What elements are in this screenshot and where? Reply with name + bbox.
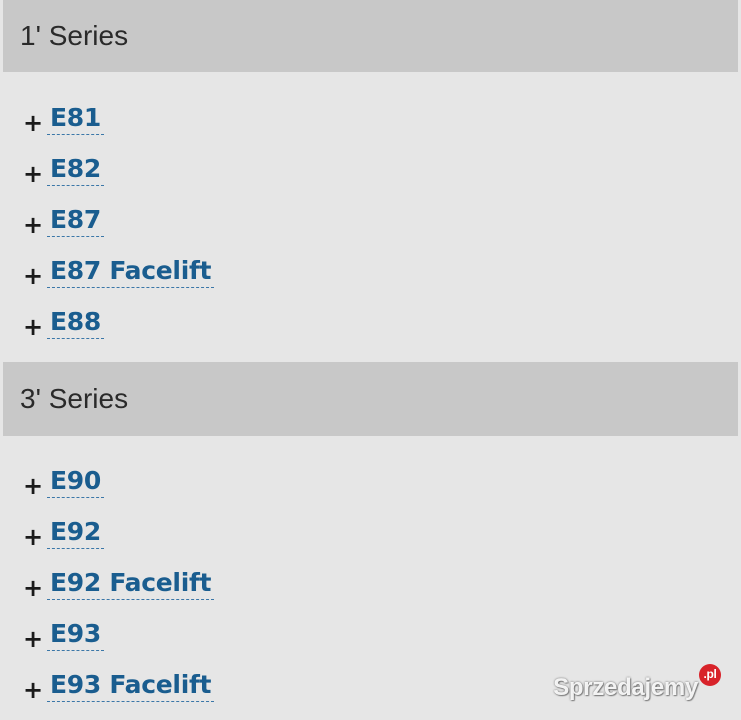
section-title: 1' Series (20, 20, 129, 51)
model-link-e82[interactable]: E82 (47, 154, 104, 186)
model-link-e81[interactable]: E81 (47, 103, 104, 135)
expand-plus-icon[interactable]: + (23, 627, 43, 651)
watermark-badge: .pl (699, 664, 721, 686)
expand-plus-icon[interactable]: + (23, 213, 43, 237)
expand-plus-icon[interactable]: + (23, 678, 43, 702)
expand-plus-icon[interactable]: + (23, 315, 43, 339)
list-item: + E93 (3, 613, 738, 664)
list-item: + E88 (3, 301, 738, 352)
expand-plus-icon[interactable]: + (23, 576, 43, 600)
list-item: + E82 (3, 148, 738, 199)
model-link-e92[interactable]: E92 (47, 517, 104, 549)
list-item: + E90 (3, 460, 738, 511)
list-item: + E87 (3, 199, 738, 250)
expand-plus-icon[interactable]: + (23, 264, 43, 288)
list-item: + E92 (3, 511, 738, 562)
list-item: + E92 Facelift (3, 562, 738, 613)
model-link-e90[interactable]: E90 (47, 466, 104, 498)
expand-plus-icon[interactable]: + (23, 474, 43, 498)
expand-plus-icon[interactable]: + (23, 111, 43, 135)
watermark-text: Sprzedajemy (553, 674, 698, 701)
model-link-e87[interactable]: E87 (47, 205, 104, 237)
page: 1' Series + E81 + E82 + E87 + E87 Faceli… (0, 0, 741, 720)
model-list-1-series: + E81 + E82 + E87 + E87 Facelift + E88 (3, 97, 738, 352)
section-header-1-series[interactable]: 1' Series (3, 0, 738, 72)
list-item: + E81 (3, 97, 738, 148)
model-link-e93[interactable]: E93 (47, 619, 104, 651)
list-item: + E87 Facelift (3, 250, 738, 301)
model-link-e88[interactable]: E88 (47, 307, 104, 339)
section-header-3-series[interactable]: 3' Series (3, 362, 738, 436)
sprzedajemy-watermark: Sprzedajemy .pl (553, 664, 721, 702)
model-link-e93-facelift[interactable]: E93 Facelift (47, 670, 215, 702)
expand-plus-icon[interactable]: + (23, 525, 43, 549)
section-title: 3' Series (20, 383, 129, 414)
model-link-e87-facelift[interactable]: E87 Facelift (47, 256, 215, 288)
expand-plus-icon[interactable]: + (23, 162, 43, 186)
model-link-e92-facelift[interactable]: E92 Facelift (47, 568, 215, 600)
